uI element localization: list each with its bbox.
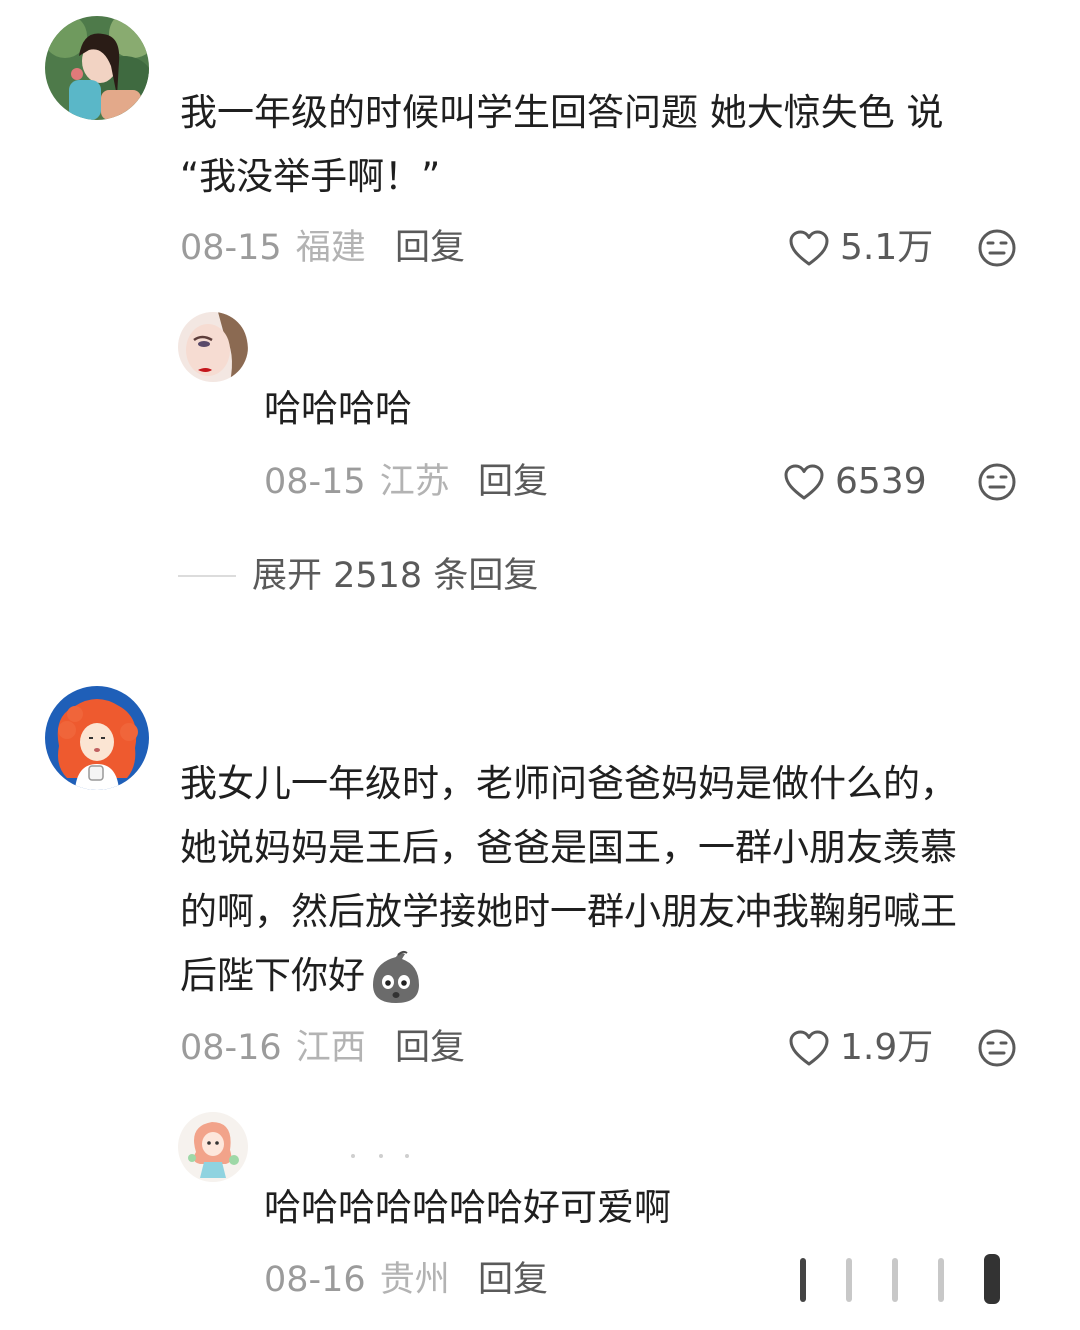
expand-replies-button[interactable]: 展开 2518 条回复 [178, 554, 538, 598]
like-count: 5.1万 [840, 227, 934, 268]
comment-location: 福建 [295, 228, 366, 268]
reply-date: 08-16 [264, 1260, 366, 1300]
comment-meta: 08-16 江西 [180, 1026, 366, 1070]
heart-outline-icon [789, 1030, 829, 1066]
comment-date: 08-15 [180, 228, 282, 268]
reply-location: 贵州 [379, 1260, 450, 1300]
like-button[interactable]: 1.9万 [788, 1026, 933, 1070]
comment-text-line: 我一年级的时候叫学生回答问题 她大惊失色 说 [180, 91, 944, 134]
reply-button[interactable]: 回复 [478, 460, 548, 504]
redacted-username [351, 1154, 409, 1158]
avatar[interactable] [45, 16, 149, 120]
reply-text: 哈哈哈哈 [264, 387, 412, 430]
like-count: 1.9万 [840, 1027, 934, 1068]
shocked-emoji-icon [373, 950, 419, 1003]
reply-button[interactable]: 回复 [395, 226, 465, 270]
comment-date: 08-16 [180, 1028, 282, 1068]
reply-button[interactable]: 回复 [478, 1258, 548, 1302]
reply-date: 08-15 [264, 462, 366, 502]
watermark-logo [800, 1254, 1000, 1304]
meh-face-icon[interactable] [977, 462, 1017, 502]
meh-face-icon[interactable] [977, 228, 1017, 268]
comment-text-line: 她说妈妈是王后，爸爸是国王，一群小朋友羡慕 [180, 826, 957, 869]
avatar[interactable] [178, 1112, 248, 1182]
meh-face-icon[interactable] [977, 1028, 1017, 1068]
comment-text-line: “我没举手啊！” [180, 155, 441, 198]
comment-text-line: 的啊，然后放学接她时一群小朋友冲我鞠躬喊王 [180, 890, 957, 933]
avatar[interactable] [45, 686, 149, 790]
reply-meta: 08-16 贵州 [264, 1258, 450, 1302]
comment-meta: 08-15 福建 [180, 226, 366, 270]
comment-location: 江西 [295, 1028, 366, 1068]
comment-text-line: 我女儿一年级时，老师问爸爸妈妈是做什么的， [180, 762, 957, 805]
reply-location: 江苏 [379, 462, 450, 502]
heart-outline-icon [784, 464, 824, 500]
comment-text-fragment: 后陛下你好 [180, 954, 365, 997]
comment-text-line: 后陛下你好 [180, 944, 425, 1008]
expand-replies-label: 展开 2518 条回复 [252, 556, 539, 596]
heart-outline-icon [789, 230, 829, 266]
reply-text: 哈哈哈哈哈哈哈好可爱啊 [264, 1186, 671, 1229]
reply-button[interactable]: 回复 [395, 1026, 465, 1070]
like-count: 6539 [835, 461, 927, 502]
avatar[interactable] [178, 312, 248, 382]
like-button[interactable]: 6539 [783, 460, 927, 504]
like-button[interactable]: 5.1万 [788, 226, 933, 270]
reply-meta: 08-15 江苏 [264, 460, 450, 504]
divider [178, 575, 236, 577]
